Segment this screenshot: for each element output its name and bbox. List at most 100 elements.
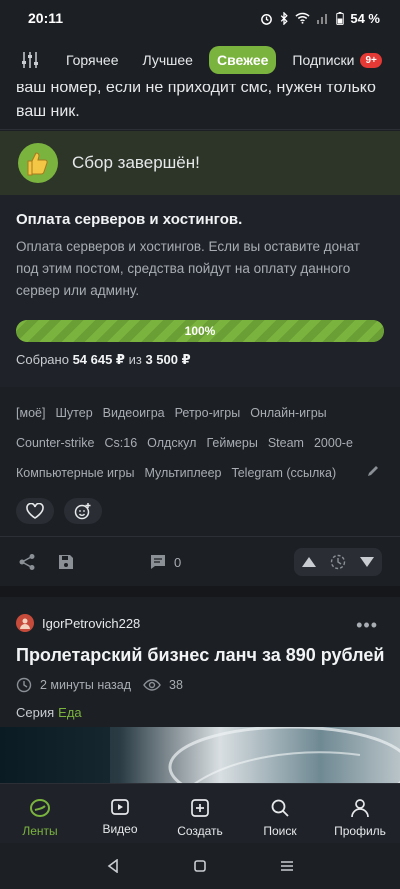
eye-icon — [143, 679, 161, 691]
post-title[interactable]: Пролетарский бизнес ланч за 890 рублей — [16, 645, 384, 666]
tag[interactable]: Онлайн-игры — [250, 398, 326, 428]
tag[interactable]: Геймеры — [206, 428, 257, 458]
tag[interactable]: Steam — [268, 428, 304, 458]
nav-feeds[interactable]: Ленты — [5, 798, 75, 838]
tag[interactable]: Cs:16 — [105, 428, 138, 458]
recents-icon[interactable] — [280, 859, 294, 873]
avatar — [16, 614, 34, 632]
tag[interactable]: Шутер — [55, 398, 92, 428]
more-options-button[interactable]: ••• — [356, 615, 378, 636]
add-reaction-button[interactable] — [64, 498, 102, 524]
post-actions: 0 — [0, 538, 400, 586]
comment-icon — [151, 555, 165, 569]
donation-title: Оплата серверов и хостингов. — [16, 211, 243, 228]
rating-pending-icon — [330, 554, 346, 570]
donation-done-text: Сбор завершён! — [72, 153, 200, 172]
collected-mid: из — [128, 352, 142, 367]
tab-fresh[interactable]: Свежее — [208, 46, 277, 74]
comments-button[interactable]: 0 — [150, 554, 181, 570]
progress-label: 100% — [184, 324, 216, 338]
divider — [0, 536, 400, 537]
post-author[interactable]: IgorPetrovich228 — [16, 614, 140, 632]
tab-subscriptions[interactable]: Подписки 9+ — [284, 46, 389, 75]
tag[interactable]: Мультиплеер — [145, 458, 222, 488]
edit-tags-button[interactable] — [366, 464, 380, 483]
status-time: 20:11 — [28, 10, 64, 26]
comments-count: 0 — [174, 554, 182, 570]
post-time: 2 минуты назад — [40, 678, 132, 692]
series-link[interactable]: Еда — [58, 705, 82, 720]
nav-search[interactable]: Поиск — [245, 798, 315, 838]
tab-best[interactable]: Лучшее — [135, 46, 201, 74]
notification-badge: 9+ — [360, 53, 382, 69]
pencil-icon — [368, 466, 378, 476]
thumbs-up-icon — [18, 143, 58, 183]
nav-create-label: Создать — [177, 824, 223, 838]
like-button[interactable] — [16, 498, 54, 524]
tag-list: [моё] Шутер Видеоигра Ретро-игры Онлайн-игры… — [16, 398, 386, 488]
vote-box — [294, 548, 382, 576]
series-label: Серия — [16, 705, 55, 720]
share-button[interactable] — [18, 553, 36, 571]
wifi-icon — [295, 12, 310, 24]
donation-card: Оплата серверов и хостингов. Оплата серв… — [0, 195, 400, 387]
clock-icon — [16, 677, 32, 693]
profile-icon — [351, 799, 369, 818]
back-icon[interactable] — [106, 859, 120, 873]
status-bar: 20:11 54 % — [0, 0, 400, 36]
tag[interactable]: Видеоигра — [103, 398, 165, 428]
feed-icon — [30, 799, 50, 817]
reactions — [16, 498, 102, 524]
nav-profile[interactable]: Профиль — [325, 798, 395, 838]
plus-icon — [191, 799, 209, 817]
nav-video[interactable]: Видео — [85, 798, 155, 836]
bluetooth-icon — [281, 11, 289, 25]
filter-icon — [22, 52, 38, 68]
donation-progress-bar: 100% — [16, 320, 384, 342]
tag[interactable]: Олдскул — [147, 428, 196, 458]
tag[interactable]: Ретро-игры — [175, 398, 241, 428]
tab-hot[interactable]: Горячее — [58, 46, 127, 74]
nav-create[interactable]: Создать — [165, 798, 235, 838]
signal-icon — [317, 14, 328, 24]
donation-collected: Собрано 54 645 ₽ из 3 500 ₽ — [16, 352, 384, 368]
tab-subscriptions-label: Подписки — [292, 51, 355, 68]
post-series: Серия Еда — [16, 705, 82, 720]
add-emoji-icon — [74, 503, 91, 520]
tag[interactable]: 2000-е — [314, 428, 353, 458]
status-icons: 54 % — [260, 11, 380, 26]
video-icon — [111, 799, 129, 815]
search-icon — [271, 799, 289, 817]
goal-amount: 3 500 ₽ — [145, 352, 191, 367]
save-icon — [59, 555, 73, 569]
donation-description: Оплата серверов и хостингов. Если вы ост… — [16, 239, 360, 298]
tag[interactable]: [моё] — [16, 398, 45, 428]
post-views: 38 — [169, 678, 183, 692]
home-icon[interactable] — [193, 859, 207, 873]
system-navigation — [0, 843, 400, 889]
tag[interactable]: Компьютерные игры — [16, 458, 135, 488]
alarm-icon — [261, 13, 273, 25]
collected-prefix: Собрано — [16, 352, 69, 367]
heart-icon — [26, 503, 44, 519]
save-button[interactable] — [58, 554, 74, 570]
post-card: IgorPetrovich228 ••• Пролетарский бизнес… — [0, 597, 400, 787]
nav-profile-label: Профиль — [334, 824, 386, 838]
feed-tabs: Горячее Лучшее Свежее Подписки 9+ — [0, 36, 400, 84]
downvote-icon[interactable] — [359, 556, 375, 568]
tag[interactable]: Counter-strike — [16, 428, 95, 458]
post-meta: 2 минуты назад 38 — [16, 677, 183, 693]
battery-icon — [336, 11, 345, 25]
post-separator — [0, 586, 400, 597]
divider — [0, 129, 400, 130]
nav-search-label: Поиск — [263, 824, 297, 838]
bottom-navigation: Ленты Видео Создать Поиск Профиль — [0, 783, 400, 843]
donation-done-banner: Сбор завершён! — [0, 131, 400, 195]
battery-level: 54 % — [350, 10, 380, 26]
author-name: IgorPetrovich228 — [42, 615, 141, 631]
tag[interactable]: Telegram (ссылка) — [231, 458, 336, 488]
filter-button[interactable] — [16, 46, 44, 74]
post-image[interactable] — [0, 727, 400, 787]
nav-video-label: Видео — [102, 822, 138, 836]
upvote-icon[interactable] — [301, 556, 317, 568]
